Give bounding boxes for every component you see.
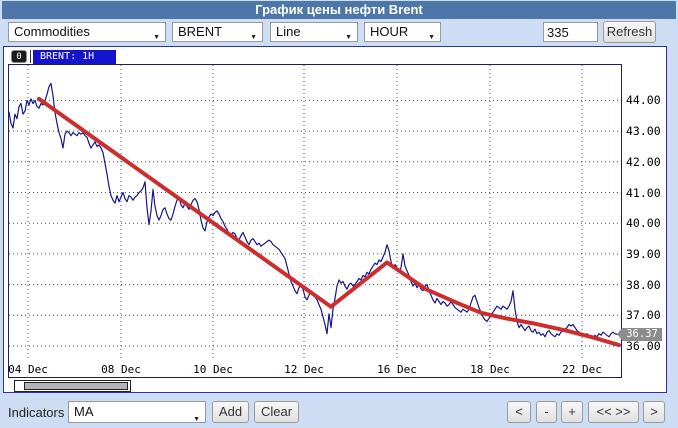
indicators-label: Indicators [8, 405, 65, 420]
x-axis-label: 18 Dec [470, 363, 510, 376]
y-axis-label: 42.00 [626, 154, 661, 169]
chart-panel: 0 BRENT: 1H 04 Dec 08 Dec 10 Dec 12 Dec 16 D… [3, 46, 667, 393]
zoom-in-button[interactable]: + [561, 401, 583, 423]
indicator-select[interactable]: MA ▼ [68, 401, 206, 423]
x-axis-label: 16 Dec [377, 363, 417, 376]
add-indicator-button[interactable]: Add [212, 401, 249, 423]
y-axis-label: 40.00 [626, 216, 661, 231]
indicator-select-value: MA [74, 404, 94, 419]
y-axis-label: 37.00 [626, 308, 661, 323]
y-axis-label: 38.00 [626, 277, 661, 292]
category-select-value: Commodities [14, 24, 90, 39]
chevron-down-icon: ▼ [345, 34, 352, 41]
timeframe-select[interactable]: HOUR ▼ [364, 22, 441, 42]
chart-scrollbar-track[interactable] [14, 380, 131, 392]
chevron-down-icon: ▼ [428, 34, 435, 41]
bars-count-input[interactable] [543, 22, 598, 42]
chevron-down-icon: ▼ [250, 34, 257, 41]
timeframe-select-value: HOUR [370, 24, 409, 39]
y-axis-label: 41.00 [626, 185, 661, 200]
zoom-out-button[interactable]: - [536, 401, 557, 423]
y-axis-label: 39.00 [626, 246, 661, 261]
y-axis-label: 43.00 [626, 124, 661, 139]
page-title: График цены нефти Brent [2, 1, 676, 19]
x-axis-label: 08 Dec [101, 363, 141, 376]
refresh-button[interactable]: Refresh [603, 21, 656, 43]
y-axis-label: 44.00 [626, 93, 661, 108]
tab-brent-1h[interactable]: BRENT: 1H [33, 50, 116, 64]
price-chart-svg [8, 65, 621, 361]
chart-application: График цены нефти Brent Commodities ▼ BR… [0, 0, 678, 428]
chevron-down-icon: ▼ [153, 34, 160, 41]
step-forward-button[interactable]: > [643, 401, 665, 423]
clear-indicators-button[interactable]: Clear [254, 401, 299, 423]
last-price-badge: 36.37 [617, 328, 662, 342]
x-axis-label: 10 Dec [193, 363, 233, 376]
symbol-select-value: BRENT [178, 24, 223, 39]
chart-type-select[interactable]: Line ▼ [270, 22, 358, 42]
chart-scrollbar-thumb[interactable] [24, 382, 128, 390]
x-axis-strip: 04 Dec 08 Dec 10 Dec 12 Dec 16 Dec 18 Dec 22 D… [8, 361, 622, 378]
step-back-button[interactable]: < [507, 401, 531, 423]
x-axis-label: 04 Dec [8, 363, 48, 376]
chevron-down-icon: ▼ [193, 416, 200, 423]
series-toggle-button[interactable]: 0 [11, 50, 27, 63]
symbol-select[interactable]: BRENT ▼ [172, 22, 263, 42]
x-axis-label: 12 Dec [284, 363, 324, 376]
series-brent-hourly-price [8, 82, 619, 339]
category-select[interactable]: Commodities ▼ [8, 22, 166, 42]
chart-type-select-value: Line [276, 24, 301, 39]
tab-separator [30, 50, 31, 63]
series-ma-moving-average [37, 96, 621, 348]
page-jump-button[interactable]: << >> [588, 401, 639, 423]
plot-area[interactable] [8, 64, 622, 362]
x-axis-label: 22 Dec [562, 363, 602, 376]
